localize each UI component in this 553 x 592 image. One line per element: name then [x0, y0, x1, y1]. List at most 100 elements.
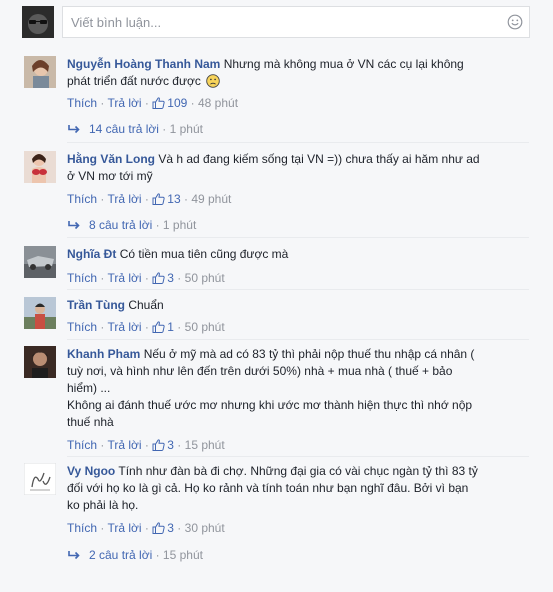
comment-input-box[interactable] [62, 6, 530, 38]
separator: · [144, 271, 149, 285]
comment-text: Chuẩn [128, 298, 164, 312]
comment-text: đối với họ ko là gì cả. Họ ko rảnh và tí… [67, 481, 469, 495]
view-replies[interactable]: 8 câu trả lời · 1 phút [67, 218, 196, 232]
replies-count[interactable]: 14 câu trả lời [89, 122, 159, 136]
comment-author[interactable]: Trần Tùng [67, 298, 125, 312]
like-count[interactable]: 3 [167, 271, 174, 285]
comment-time[interactable]: 15 phút [185, 438, 225, 452]
like-count[interactable]: 13 [167, 192, 180, 206]
separator: · [177, 320, 182, 334]
comment-text: Và h ad đang kiếm sống tại VN =)) chưa t… [158, 152, 480, 166]
comment-author[interactable]: Vy Ngoo [67, 464, 115, 478]
thumbs-up-icon[interactable] [152, 439, 165, 451]
comment-author[interactable]: Nguyễn Hoàng Thanh Nam [67, 57, 220, 71]
separator: · [144, 521, 149, 535]
separator: · [155, 218, 160, 232]
replies-time: 1 phút [169, 122, 203, 136]
separator: · [100, 320, 105, 334]
thumbs-up-icon[interactable] [152, 97, 165, 109]
reply-link[interactable]: Trả lời [107, 192, 141, 206]
comment-input[interactable] [71, 14, 491, 30]
comment-time[interactable]: 48 phút [198, 96, 238, 110]
separator: · [177, 271, 182, 285]
reply-link[interactable]: Trả lời [107, 96, 141, 110]
divider [67, 142, 529, 143]
comment-time[interactable]: 30 phút [185, 521, 225, 535]
comment-text: tuỳ nơi, và hình như lên đến trên dưới 5… [67, 364, 453, 378]
like-count[interactable]: 3 [167, 521, 174, 535]
view-replies[interactable]: 2 câu trả lời · 15 phút [67, 548, 203, 562]
smiley-icon[interactable] [507, 14, 523, 30]
separator: · [190, 96, 195, 110]
like-count[interactable]: 1 [167, 320, 174, 334]
thumbs-up-icon[interactable] [152, 193, 165, 205]
divider [67, 237, 529, 238]
comment-text: hiểm) ... [67, 381, 111, 395]
comment-author[interactable]: Khanh Pham [67, 347, 140, 361]
like-link[interactable]: Thích [67, 96, 97, 110]
separator: · [177, 521, 182, 535]
comment-text: Nếu ở mỹ mà ad có 83 tỷ thì phải nộp thu… [143, 347, 475, 361]
separator: · [100, 192, 105, 206]
avatar[interactable] [24, 246, 56, 278]
reply-arrow-icon [67, 550, 81, 560]
comment-text: ở VN mơ tới mỹ [67, 169, 153, 183]
comment-text: Không ai đánh thuế ước mơ nhưng khi ước … [67, 398, 473, 412]
reply-link[interactable]: Trả lời [107, 271, 141, 285]
separator: · [177, 438, 182, 452]
reply-arrow-icon [67, 124, 81, 134]
comment-text: Có tiền mua tiên cũng được mà [119, 247, 289, 261]
comment-text: Nhưng mà không mua ở VN các cụ lại không [223, 57, 464, 71]
like-link[interactable]: Thích [67, 521, 97, 535]
reply-link[interactable]: Trả lời [107, 438, 141, 452]
separator: · [100, 271, 105, 285]
avatar[interactable] [24, 56, 56, 88]
separator: · [144, 320, 149, 334]
replies-time: 1 phút [162, 218, 197, 232]
comment-time[interactable]: 50 phút [185, 271, 225, 285]
avatar[interactable] [24, 297, 56, 329]
replies-time: 15 phút [162, 548, 203, 562]
like-count[interactable]: 3 [167, 438, 174, 452]
reply-link[interactable]: Trả lời [107, 320, 141, 334]
like-link[interactable]: Thích [67, 271, 97, 285]
thumbs-up-icon[interactable] [152, 522, 165, 534]
comment-time[interactable]: 50 phút [185, 320, 225, 334]
like-link[interactable]: Thích [67, 438, 97, 452]
separator: · [144, 438, 149, 452]
separator: · [144, 192, 149, 206]
separator: · [100, 438, 105, 452]
separator: · [100, 96, 105, 110]
comment-time[interactable]: 49 phút [191, 192, 231, 206]
frown-emoji-icon [206, 74, 220, 88]
separator: · [162, 122, 167, 136]
separator: · [144, 96, 149, 110]
divider [67, 456, 529, 457]
divider [67, 289, 529, 290]
comment-text: phát triển đất nước được [67, 74, 201, 88]
thumbs-up-icon[interactable] [152, 321, 165, 333]
separator: · [155, 548, 160, 562]
reply-link[interactable]: Trả lời [107, 521, 141, 535]
like-count[interactable]: 109 [167, 96, 187, 110]
replies-count[interactable]: 2 câu trả lời [89, 548, 152, 562]
current-user-avatar[interactable] [22, 6, 54, 38]
comment-text: ko phải là họ. [67, 498, 139, 512]
thumbs-up-icon[interactable] [152, 272, 165, 284]
comment-author[interactable]: Nghĩa Đt [67, 247, 116, 261]
reply-arrow-icon [67, 220, 81, 230]
like-link[interactable]: Thích [67, 320, 97, 334]
separator: · [100, 521, 105, 535]
comment-composer [0, 0, 553, 46]
avatar[interactable] [24, 151, 56, 183]
avatar[interactable] [24, 346, 56, 378]
separator: · [183, 192, 188, 206]
view-replies[interactable]: 14 câu trả lời · 1 phút [67, 122, 203, 136]
comment-text: Tính như đàn bà đi chợ. Những đại gia có… [118, 464, 478, 478]
comment-author[interactable]: Hằng Văn Long [67, 152, 155, 166]
replies-count[interactable]: 8 câu trả lời [89, 218, 152, 232]
comment-text: thuế nhà [67, 415, 114, 429]
like-link[interactable]: Thích [67, 192, 97, 206]
divider [67, 339, 529, 340]
avatar[interactable] [24, 463, 56, 495]
